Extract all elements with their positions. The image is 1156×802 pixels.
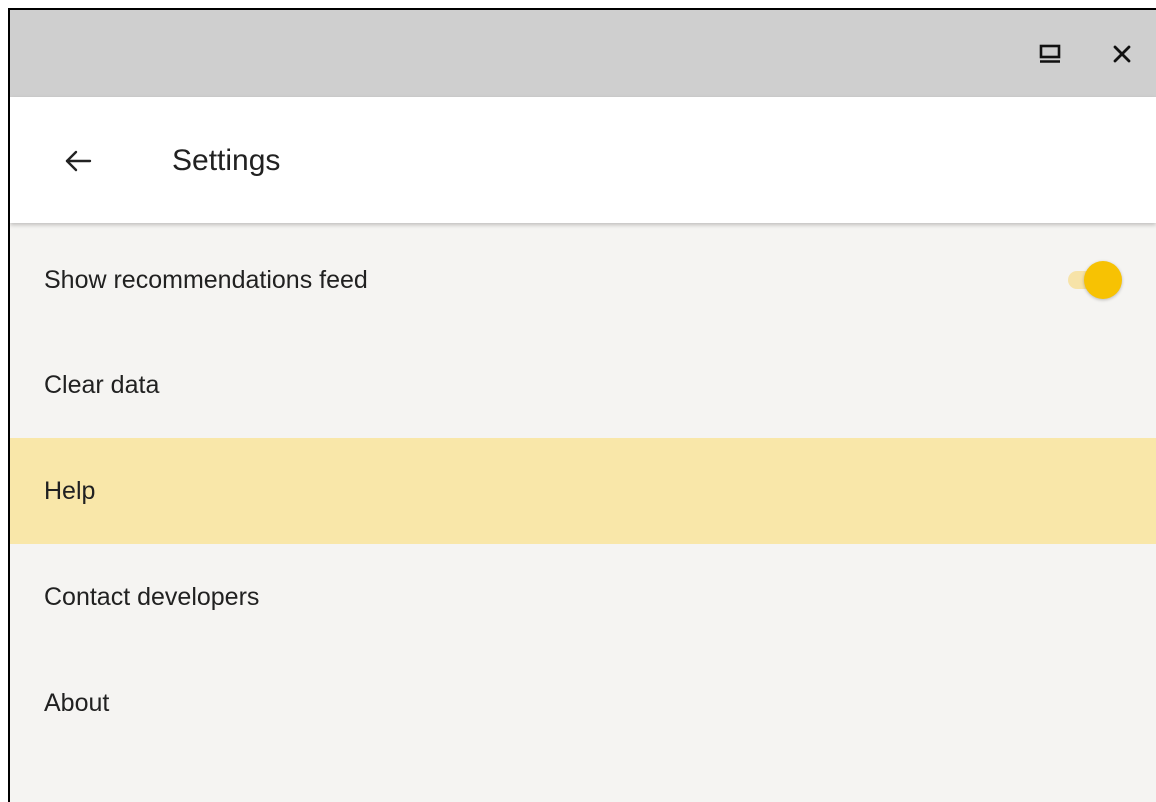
setting-label: Show recommendations feed [44,265,368,294]
setting-label: About [44,688,110,717]
close-icon [1113,45,1131,62]
setting-label: Help [44,476,96,505]
page-title: Settings [172,144,281,177]
restore-window-icon [1039,44,1061,63]
setting-label: Contact developers [44,582,260,611]
window-titlebar [10,10,1156,97]
toggle-thumb [1084,261,1122,299]
back-button[interactable] [54,137,102,185]
close-window-button[interactable] [1092,10,1152,97]
setting-clear-data[interactable]: Clear data [10,332,1156,438]
arrow-back-icon [65,150,92,172]
settings-list: Show recommendations feed Clear data Hel… [10,246,1156,756]
restore-window-button[interactable] [1020,10,1080,97]
setting-label: Clear data [44,370,160,399]
app-bar: Settings [10,97,1156,223]
setting-show-recommendations-feed[interactable]: Show recommendations feed [10,228,1156,332]
app-window: Settings Show recommendations feed Clear… [8,8,1156,802]
setting-help[interactable]: Help [10,438,1156,544]
recommendations-feed-toggle[interactable] [1066,260,1122,300]
setting-contact-developers[interactable]: Contact developers [10,544,1156,650]
setting-about[interactable]: About [10,650,1156,756]
